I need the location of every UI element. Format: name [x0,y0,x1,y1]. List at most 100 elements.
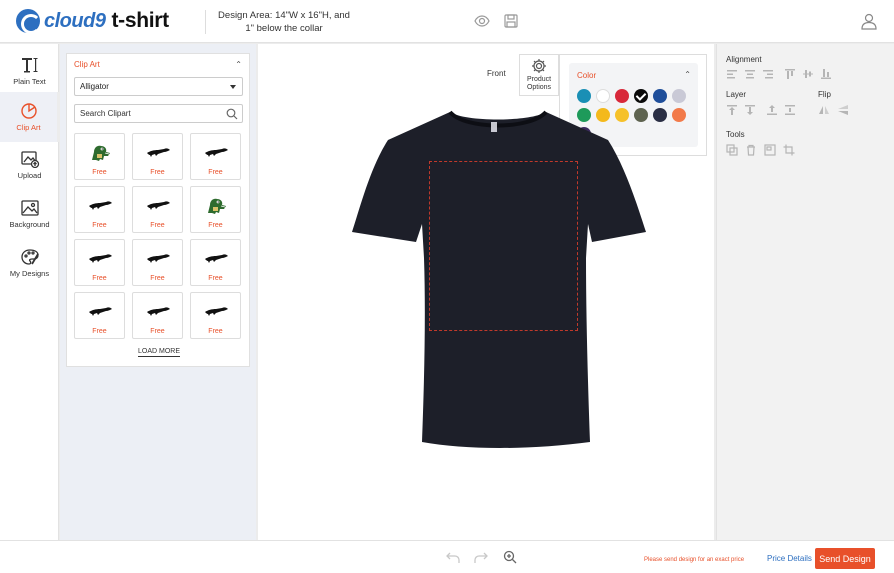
align-bottom-icon[interactable] [820,68,832,80]
nav-my-designs[interactable]: My Designs [0,242,59,290]
align-center-icon[interactable] [744,68,756,80]
flip-vertical-icon[interactable] [837,104,849,116]
color-swatch[interactable] [615,89,629,103]
header-divider [205,10,206,34]
align-middle-icon[interactable] [802,68,814,80]
palette-icon [20,249,39,265]
clipart-item[interactable]: Free [132,239,183,286]
clipart-price: Free [92,328,107,335]
clipart-item[interactable]: Free [74,239,125,286]
alligator-icon [147,254,170,263]
design-area-info: Design Area: 14"W x 16"H, and 1" below t… [214,9,354,35]
product-options-line1: Product [526,76,552,83]
save-icon[interactable] [503,13,519,29]
search-clipart[interactable] [74,104,243,123]
align-top-icon[interactable] [784,68,796,80]
clipart-price: Free [208,328,223,335]
print-area[interactable] [429,161,578,331]
alligator-icon [208,198,226,214]
nav-plain-text[interactable]: Plain Text [0,50,59,98]
color-swatch[interactable] [672,89,686,103]
alligator-icon [89,307,112,316]
alligator-icon [147,307,170,316]
crop-icon[interactable] [783,144,795,156]
zoom-in-icon[interactable] [503,550,517,564]
product-options-button[interactable]: Product Options [519,54,559,96]
category-select[interactable]: Alligator [74,77,243,96]
redo-icon[interactable] [474,550,488,564]
clipart-price: Free [150,328,165,335]
color-swatch[interactable] [653,108,667,122]
load-more-button[interactable]: LOAD MORE [67,348,251,357]
header: cloud9 t-shirt Design Area: 14"W x 16"H,… [0,0,894,43]
bring-forward-icon[interactable] [766,104,778,116]
alligator-icon [147,148,170,157]
nav-label: My Designs [9,269,50,278]
clipart-item[interactable]: Free [74,292,125,339]
upload-icon [20,151,39,168]
clipart-item[interactable]: Free [74,133,125,180]
tools-label: Tools [726,130,745,139]
chevron-up-icon[interactable]: ⌃ [235,60,242,69]
chevron-up-icon[interactable]: ⌃ [684,70,691,79]
alligator-icon [92,145,110,161]
color-swatch[interactable] [596,89,610,103]
clipart-price: Free [92,169,107,176]
clipart-item[interactable]: Free [190,133,241,180]
color-swatch[interactable] [653,89,667,103]
price-details-link[interactable]: Price Details [767,554,812,563]
clipart-item[interactable]: Free [190,186,241,233]
layer-label: Layer [726,90,747,99]
align-right-icon[interactable] [762,68,774,80]
undo-icon[interactable] [446,550,460,564]
search-icon[interactable] [226,108,238,120]
clipart-icon [20,103,37,119]
clipart-item[interactable]: Free [190,239,241,286]
bring-front-icon[interactable] [726,104,738,116]
right-panel: Alignment Layer Flip Tools [716,44,894,540]
trash-icon[interactable] [745,144,757,156]
clipart-price: Free [150,169,165,176]
alligator-icon [205,148,228,157]
color-swatch[interactable] [634,89,648,103]
footer: Please send design for an exact price Pr… [0,540,894,573]
clipart-price: Free [150,222,165,229]
clipart-price: Free [92,222,107,229]
user-icon[interactable] [860,12,878,30]
nav-background[interactable]: Background [0,193,59,241]
color-swatch[interactable] [672,108,686,122]
clipart-price: Free [92,275,107,282]
search-input[interactable] [80,109,220,118]
send-back-icon[interactable] [744,104,756,116]
color-swatch[interactable] [577,89,591,103]
eye-icon[interactable] [474,13,490,29]
align-left-icon[interactable] [726,68,738,80]
clipart-item[interactable]: Free [132,133,183,180]
clipart-price: Free [208,275,223,282]
clipart-item[interactable]: Free [190,292,241,339]
logo-cloud-text: cloud9 [44,9,106,32]
logo[interactable]: cloud9 t-shirt [16,8,169,34]
background-icon [20,200,39,216]
product-options-line2: Options [526,84,552,91]
clipart-item[interactable]: Free [132,292,183,339]
clipart-item[interactable]: Free [132,186,183,233]
nav-clip-art[interactable]: Clip Art [0,92,59,142]
design-area-line1: Design Area: 14"W x 16"H, and [218,10,350,21]
logo-mark-icon [16,9,41,34]
color-title: Color [577,71,597,80]
clipart-item[interactable]: Free [74,186,125,233]
fit-icon[interactable] [764,144,776,156]
duplicate-icon[interactable] [726,144,738,156]
clipart-price: Free [208,222,223,229]
send-design-button[interactable]: Send Design [815,548,875,569]
flip-horizontal-icon[interactable] [818,104,830,116]
nav-upload[interactable]: Upload [0,144,59,192]
load-more-label: LOAD MORE [137,348,180,357]
alligator-icon [147,201,170,210]
send-backward-icon[interactable] [784,104,796,116]
view-front-label[interactable]: Front [487,69,506,78]
alligator-icon [89,201,112,210]
nav-label: Plain Text [13,77,46,86]
price-note: Please send design for an exact price [644,557,745,563]
